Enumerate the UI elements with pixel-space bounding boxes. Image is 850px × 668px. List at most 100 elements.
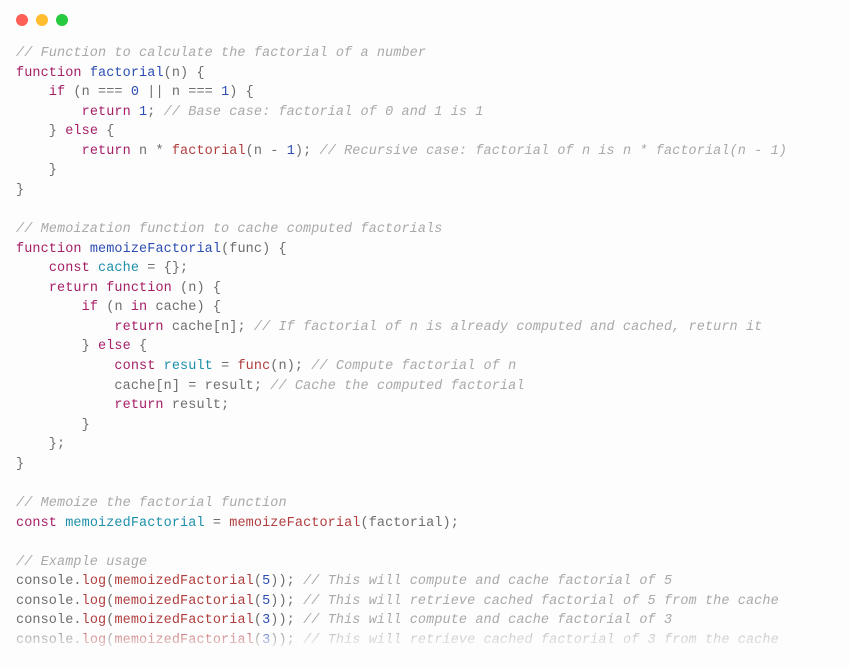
code-token-p: );	[443, 516, 459, 531]
code-token-p: );	[295, 144, 320, 159]
code-token-kw: return	[82, 144, 131, 159]
code-token-call: memoizedFactorial	[114, 574, 253, 589]
code-line[interactable]: }	[16, 183, 24, 198]
code-token-kw: if	[49, 85, 65, 100]
code-token-txt: console	[16, 613, 73, 628]
code-token-kw: in	[131, 300, 147, 315]
code-token-p	[164, 144, 172, 159]
code-line[interactable]: }	[16, 163, 57, 178]
code-token-p: }	[16, 339, 98, 354]
code-token-p	[16, 379, 114, 394]
code-token-p: (	[246, 144, 254, 159]
code-token-p: ]	[172, 379, 188, 394]
code-token-p	[131, 105, 139, 120]
code-token-p: (	[164, 66, 172, 81]
code-line[interactable]: const memoizedFactorial = memoizeFactori…	[16, 516, 459, 531]
code-token-call: func	[237, 359, 270, 374]
code-token-p: {};	[155, 261, 188, 276]
code-line[interactable]: };	[16, 437, 65, 452]
code-token-kw: return	[114, 320, 163, 335]
code-token-kw: function	[16, 66, 82, 81]
code-line[interactable]: // Example usage	[16, 555, 147, 570]
code-token-fn: memoizeFactorial	[90, 242, 221, 257]
code-token-p	[164, 85, 172, 100]
code-token-p: (	[254, 574, 262, 589]
code-token-op: =	[213, 516, 221, 531]
minimize-dot-icon[interactable]	[36, 14, 48, 26]
code-token-p	[16, 105, 82, 120]
code-line[interactable]: function factorial(n) {	[16, 66, 205, 81]
code-token-kw: else	[65, 124, 98, 139]
code-token-p: [	[213, 320, 221, 335]
code-line[interactable]: return function (n) {	[16, 281, 221, 296]
code-token-txt: result	[205, 379, 254, 394]
code-line[interactable]: function memoizeFactorial(func) {	[16, 242, 287, 257]
code-token-txt: n	[82, 85, 98, 100]
code-token-p: {	[131, 339, 147, 354]
code-line[interactable]: }	[16, 457, 24, 472]
code-token-call: memoizedFactorial	[114, 613, 253, 628]
code-token-p: };	[16, 437, 65, 452]
code-line[interactable]: console.log(memoizedFactorial(5)); // Th…	[16, 594, 779, 609]
code-token-txt: n	[114, 300, 130, 315]
code-token-op: ===	[98, 85, 123, 100]
code-token-c: // Function to calculate the factorial o…	[16, 46, 426, 61]
code-line[interactable]: return cache[n]; // If factorial of n is…	[16, 320, 762, 335]
code-token-op: ||	[147, 85, 163, 100]
code-token-p: [	[155, 379, 163, 394]
code-line[interactable]: }	[16, 418, 90, 433]
code-token-txt: n	[254, 144, 270, 159]
code-line[interactable]: const result = func(n); // Compute facto…	[16, 359, 516, 374]
zoom-dot-icon[interactable]	[56, 14, 68, 26]
code-line[interactable]: return 1; // Base case: factorial of 0 a…	[16, 105, 484, 120]
code-token-p	[90, 261, 98, 276]
code-token-p: ) {	[229, 85, 254, 100]
code-line[interactable]: cache[n] = result; // Cache the computed…	[16, 379, 525, 394]
code-token-p: ));	[270, 574, 303, 589]
code-token-p: .	[73, 633, 81, 648]
code-line[interactable]: if (n === 0 || n === 1) {	[16, 85, 254, 100]
code-token-c: // Compute factorial of n	[311, 359, 516, 374]
code-token-c: // Memoize the factorial function	[16, 496, 287, 511]
close-dot-icon[interactable]	[16, 14, 28, 26]
code-line[interactable]: console.log(memoizedFactorial(5)); // Th…	[16, 574, 672, 589]
code-token-txt: cache	[114, 379, 155, 394]
code-line[interactable]: } else {	[16, 339, 147, 354]
code-token-p: ));	[270, 613, 303, 628]
code-line[interactable]: // Memoize the factorial function	[16, 496, 287, 511]
code-line[interactable]: return n * factorial(n - 1); // Recursiv…	[16, 144, 787, 159]
code-line[interactable]: // Function to calculate the factorial o…	[16, 46, 426, 61]
code-token-p: }	[16, 183, 24, 198]
window-traffic-lights	[16, 14, 834, 26]
code-token-kw: return	[114, 398, 163, 413]
code-token-kw: function	[106, 281, 172, 296]
code-token-p	[278, 144, 286, 159]
code-token-p	[16, 85, 49, 100]
code-line[interactable]: console.log(memoizedFactorial(3)); // Th…	[16, 613, 672, 628]
code-token-kw: return	[82, 105, 131, 120]
code-window: // Function to calculate the factorial o…	[0, 0, 850, 668]
code-token-kw: else	[98, 339, 131, 354]
code-editor[interactable]: // Function to calculate the factorial o…	[16, 44, 834, 650]
code-token-p	[155, 359, 163, 374]
code-token-p	[98, 281, 106, 296]
code-token-p: {	[98, 124, 114, 139]
code-token-p	[213, 85, 221, 100]
code-line[interactable]: return result;	[16, 398, 229, 413]
code-line[interactable]: if (n in cache) {	[16, 300, 221, 315]
code-token-p	[16, 281, 49, 296]
code-line[interactable]: } else {	[16, 124, 114, 139]
code-token-c: // If factorial of n is already computed…	[254, 320, 762, 335]
code-token-kw: if	[82, 300, 98, 315]
code-line[interactable]: const cache = {};	[16, 261, 188, 276]
code-token-num: 1	[287, 144, 295, 159]
code-token-p	[82, 66, 90, 81]
code-token-p: .	[73, 574, 81, 589]
code-token-txt: console	[16, 574, 73, 589]
code-line[interactable]: // Memoization function to cache compute…	[16, 222, 442, 237]
code-token-p: ;	[147, 105, 163, 120]
code-token-txt: factorial	[369, 516, 443, 531]
code-line[interactable]: console.log(memoizedFactorial(3)); // Th…	[16, 633, 779, 648]
code-token-kw: const	[114, 359, 155, 374]
code-token-call: factorial	[172, 144, 246, 159]
